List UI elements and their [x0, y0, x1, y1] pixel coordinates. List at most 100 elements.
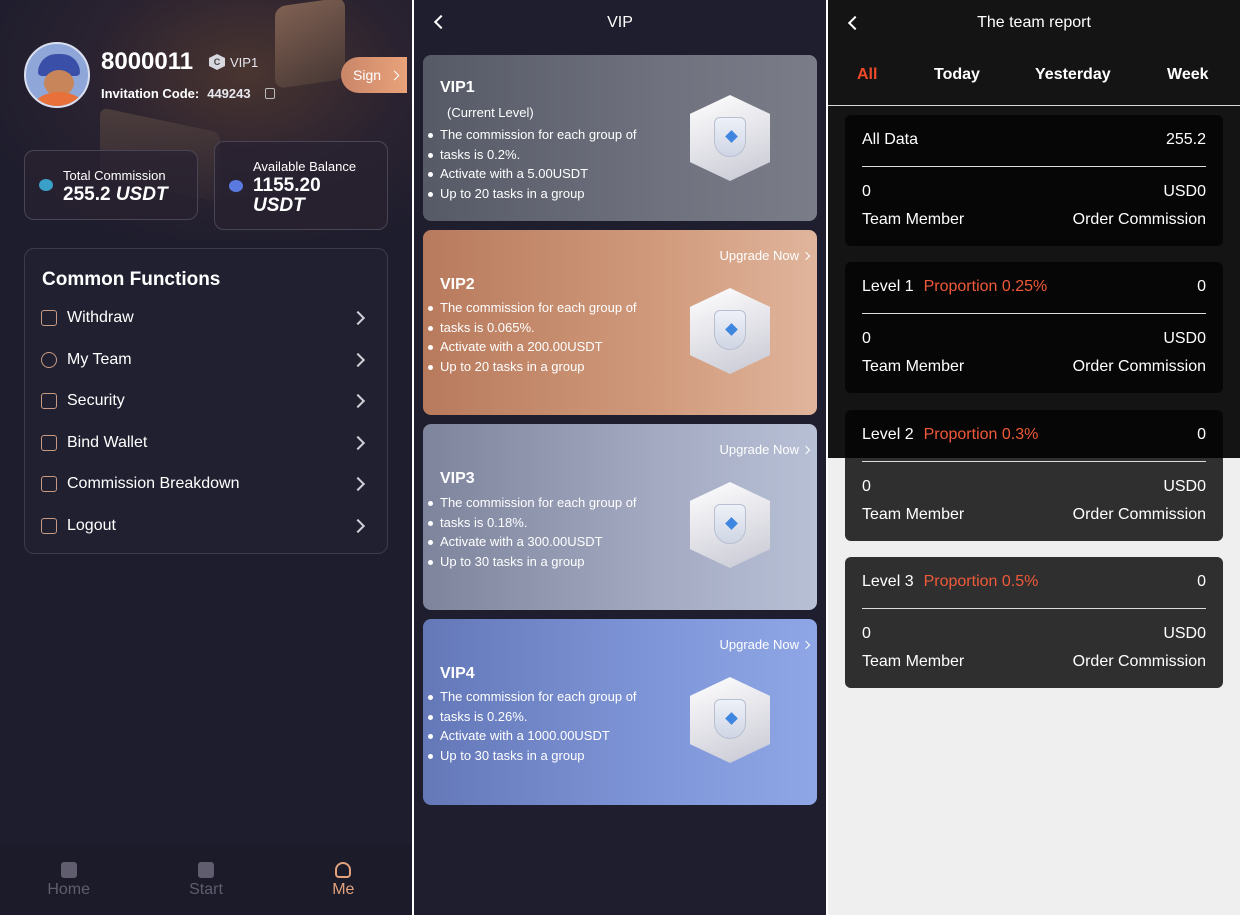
document-icon	[41, 476, 57, 492]
team-member-label: Team Member	[862, 358, 965, 375]
proportion-label: Proportion 0.25%	[923, 278, 1048, 295]
team-icon	[41, 352, 57, 368]
invitation-code-value: 449243	[207, 86, 251, 101]
copy-icon[interactable]	[264, 88, 275, 99]
team-member-label: Team Member	[862, 653, 965, 670]
clipboard-icon	[197, 861, 214, 878]
total-commission-card: Total Commission 255.2 USDT	[24, 150, 198, 220]
vip-panel: VIP VIP1 (Current Level) The commission …	[414, 0, 826, 915]
vip-card-1: VIP1 (Current Level) The commission for …	[423, 55, 817, 221]
upgrade-now-link[interactable]: Upgrade Now	[720, 248, 811, 263]
menu-item-commission-breakdown[interactable]: Commission Breakdown	[41, 469, 371, 499]
report-card-level-1: Level 1 Proportion 0.25% 0 0 USD0 Team Me…	[845, 262, 1223, 393]
available-balance-label: Available Balance	[253, 159, 357, 174]
vip-card-title: VIP3	[440, 470, 475, 487]
vip-card-title: VIP4	[440, 665, 475, 682]
team-report-panel: The team report All Today Yesterday Week…	[828, 0, 1240, 915]
menu-item-logout[interactable]: Logout	[41, 511, 371, 541]
vip-hex-icon: C	[209, 54, 225, 70]
report-card-all-data: All Data 255.2 0 USD0 Team Member Order …	[845, 115, 1223, 246]
vip-card-2: Upgrade Now VIP2 The commission for each…	[423, 230, 817, 415]
chevron-right-icon	[801, 251, 811, 260]
team-member-label: Team Member	[862, 211, 965, 228]
card-title: Level 2 Proportion 0.3%	[862, 426, 1039, 443]
upgrade-now-link[interactable]: Upgrade Now	[720, 442, 811, 457]
period-tabs: All Today Yesterday Week	[828, 50, 1240, 106]
chevron-right-icon	[350, 352, 366, 368]
chevron-right-icon	[801, 640, 811, 649]
chevron-right-icon	[350, 518, 366, 534]
sign-button-label: Sign	[353, 67, 382, 83]
shield-badge-icon	[690, 288, 770, 374]
back-arrow-icon[interactable]	[433, 14, 449, 30]
vip-card-title: VIP2	[440, 276, 475, 293]
menu-item-my-team[interactable]: My Team	[41, 345, 371, 375]
available-balance-value: 1155.20 USDT	[253, 175, 321, 216]
vip-header: VIP	[414, 0, 826, 46]
chevron-right-icon	[350, 476, 366, 492]
vip-card-benefits: The commission for each group of tasks i…	[428, 125, 670, 203]
chevron-right-icon	[350, 435, 366, 451]
decor-device	[275, 0, 345, 89]
tab-all[interactable]: All	[857, 66, 877, 84]
vip-card-4: Upgrade Now VIP4 The commission for each…	[423, 619, 817, 805]
security-icon	[41, 393, 57, 409]
tab-me[interactable]: Me	[275, 845, 412, 915]
chevron-right-icon	[350, 310, 366, 326]
card-total-value: 255.2	[1165, 131, 1206, 148]
avatar[interactable]	[24, 42, 90, 108]
team-member-count: 0	[862, 625, 871, 642]
team-member-count: 0	[862, 478, 871, 495]
team-member-count: 0	[862, 183, 871, 200]
tab-start[interactable]: Start	[137, 845, 274, 915]
chevron-right-icon	[389, 70, 400, 80]
vip-card-benefits: The commission for each group of tasks i…	[428, 687, 670, 765]
common-functions-title: Common Functions	[42, 269, 221, 290]
vip-card-3: Upgrade Now VIP3 The commission for each…	[423, 424, 817, 610]
bind-wallet-icon	[41, 435, 57, 451]
shield-badge-icon	[690, 677, 770, 763]
card-total-value: 0	[1197, 573, 1206, 590]
order-commission-label: Order Commission	[1072, 358, 1206, 375]
vip-card-benefits: The commission for each group of tasks i…	[428, 298, 670, 376]
tab-week[interactable]: Week	[1167, 66, 1209, 84]
current-level-label: (Current Level)	[447, 105, 534, 120]
total-commission-label: Total Commission	[63, 168, 166, 183]
upgrade-now-link[interactable]: Upgrade Now	[720, 637, 811, 652]
report-card-level-2: Level 2 Proportion 0.3% 0 0 USD0 Team Mem…	[845, 410, 1223, 541]
chevron-right-icon	[801, 445, 811, 454]
team-member-count: 0	[862, 330, 871, 347]
proportion-label: Proportion 0.3%	[923, 426, 1039, 443]
order-commission-value: USD0	[1163, 183, 1206, 200]
order-commission-value: USD0	[1163, 330, 1206, 347]
sign-button[interactable]: Sign	[341, 57, 407, 93]
vip-level-badge: C VIP1	[209, 54, 258, 70]
divider	[862, 461, 1206, 462]
total-commission-value: 255.2 USDT	[63, 184, 168, 205]
vip-card-benefits: The commission for each group of tasks i…	[428, 493, 670, 571]
menu-item-security[interactable]: Security	[41, 386, 371, 416]
proportion-label: Proportion 0.5%	[923, 573, 1039, 590]
team-member-label: Team Member	[862, 506, 965, 523]
order-commission-value: USD0	[1163, 625, 1206, 642]
tab-yesterday[interactable]: Yesterday	[1035, 66, 1111, 84]
order-commission-label: Order Commission	[1072, 211, 1206, 228]
chevron-right-icon	[350, 393, 366, 409]
vip-level-label: VIP1	[230, 54, 259, 70]
menu-item-bind-wallet[interactable]: Bind Wallet	[41, 428, 371, 458]
shield-badge-icon	[690, 482, 770, 568]
order-commission-value: USD0	[1163, 478, 1206, 495]
divider	[862, 166, 1206, 167]
vip-card-title: VIP1	[440, 79, 475, 96]
invitation-code-row: Invitation Code: 449243	[101, 86, 275, 101]
tab-home[interactable]: Home	[0, 845, 137, 915]
page-title: VIP	[607, 14, 633, 31]
back-arrow-icon[interactable]	[847, 15, 863, 31]
coin-stack-icon	[39, 179, 53, 191]
card-title: Level 1 Proportion 0.25%	[862, 278, 1048, 295]
card-title: Level 3 Proportion 0.5%	[862, 573, 1039, 590]
menu-item-withdraw[interactable]: Withdraw	[41, 303, 371, 333]
tab-today[interactable]: Today	[934, 66, 980, 84]
available-balance-card: Available Balance 1155.20 USDT	[214, 141, 388, 230]
divider	[862, 313, 1206, 314]
